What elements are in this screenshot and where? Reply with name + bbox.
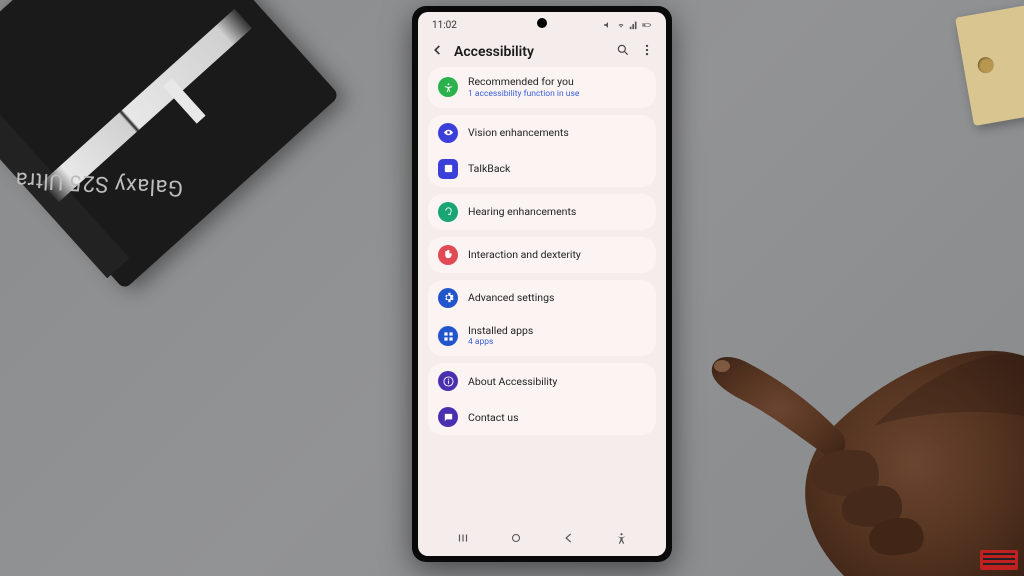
row-contact[interactable]: Contact us bbox=[428, 399, 656, 435]
channel-logo bbox=[980, 550, 1018, 570]
apps-icon bbox=[438, 326, 458, 346]
info-icon bbox=[438, 371, 458, 391]
recent-icon bbox=[456, 531, 470, 545]
eye-icon bbox=[438, 123, 458, 143]
row-recommended[interactable]: Recommended for you 1 accessibility func… bbox=[428, 67, 656, 108]
row-interaction[interactable]: Interaction and dexterity bbox=[428, 237, 656, 273]
status-icons bbox=[603, 20, 652, 30]
home-icon bbox=[509, 531, 523, 545]
nav-home-button[interactable] bbox=[507, 531, 525, 549]
row-sub: 4 apps bbox=[468, 337, 533, 348]
app-header: Accessibility bbox=[418, 34, 666, 67]
group-recommended: Recommended for you 1 accessibility func… bbox=[428, 67, 656, 108]
more-button[interactable] bbox=[640, 43, 654, 61]
row-installed[interactable]: Installed apps 4 apps bbox=[428, 316, 656, 357]
row-talkback[interactable]: TalkBack bbox=[428, 151, 656, 187]
wood-prop bbox=[955, 4, 1024, 126]
row-label: Hearing enhancements bbox=[468, 205, 576, 219]
row-sub: 1 accessibility function in use bbox=[468, 89, 579, 100]
phone-screen: 11:02 Accessibility bbox=[418, 12, 666, 556]
status-time: 11:02 bbox=[432, 20, 457, 31]
signal-icon bbox=[629, 20, 639, 30]
row-label: Contact us bbox=[468, 411, 519, 425]
more-vertical-icon bbox=[640, 43, 654, 57]
product-box: Galaxy S25 Ultra bbox=[0, 0, 340, 290]
volume-icon bbox=[603, 20, 613, 30]
settings-list: Recommended for you 1 accessibility func… bbox=[418, 67, 666, 435]
row-advanced[interactable]: Advanced settings bbox=[428, 280, 656, 316]
camera-notch bbox=[537, 18, 547, 28]
nav-bar bbox=[418, 524, 666, 556]
group-advanced: Advanced settings Installed apps 4 apps bbox=[428, 280, 656, 357]
nav-accessibility-button[interactable] bbox=[613, 532, 631, 549]
nav-recent-button[interactable] bbox=[454, 531, 472, 549]
row-hearing[interactable]: Hearing enhancements bbox=[428, 194, 656, 230]
row-vision[interactable]: Vision enhancements bbox=[428, 115, 656, 151]
row-label: Interaction and dexterity bbox=[468, 248, 581, 262]
back-button[interactable] bbox=[430, 42, 444, 61]
hand-icon bbox=[438, 245, 458, 265]
talkback-icon bbox=[438, 159, 458, 179]
row-label: TalkBack bbox=[468, 162, 510, 176]
group-about: About Accessibility Contact us bbox=[428, 363, 656, 435]
chat-icon bbox=[438, 407, 458, 427]
row-label: About Accessibility bbox=[468, 375, 557, 389]
chevron-left-icon bbox=[430, 43, 444, 57]
nav-back-button[interactable] bbox=[560, 531, 578, 549]
gear-icon bbox=[438, 288, 458, 308]
group-interaction: Interaction and dexterity bbox=[428, 237, 656, 273]
row-label: Recommended for you bbox=[468, 75, 579, 89]
search-button[interactable] bbox=[616, 43, 630, 61]
accessibility-icon bbox=[438, 77, 458, 97]
row-label: Installed apps bbox=[468, 324, 533, 338]
battery-icon bbox=[642, 20, 652, 30]
row-label: Vision enhancements bbox=[468, 126, 569, 140]
back-icon bbox=[562, 531, 576, 545]
row-label: Advanced settings bbox=[468, 291, 554, 305]
group-hearing: Hearing enhancements bbox=[428, 194, 656, 230]
group-vision: Vision enhancements TalkBack bbox=[428, 115, 656, 187]
page-title: Accessibility bbox=[454, 44, 606, 60]
accessibility-nav-icon bbox=[615, 532, 628, 545]
ear-icon bbox=[438, 202, 458, 222]
search-icon bbox=[616, 43, 630, 57]
phone-frame: 11:02 Accessibility bbox=[412, 6, 672, 562]
wifi-icon bbox=[616, 20, 626, 30]
row-about[interactable]: About Accessibility bbox=[428, 363, 656, 399]
